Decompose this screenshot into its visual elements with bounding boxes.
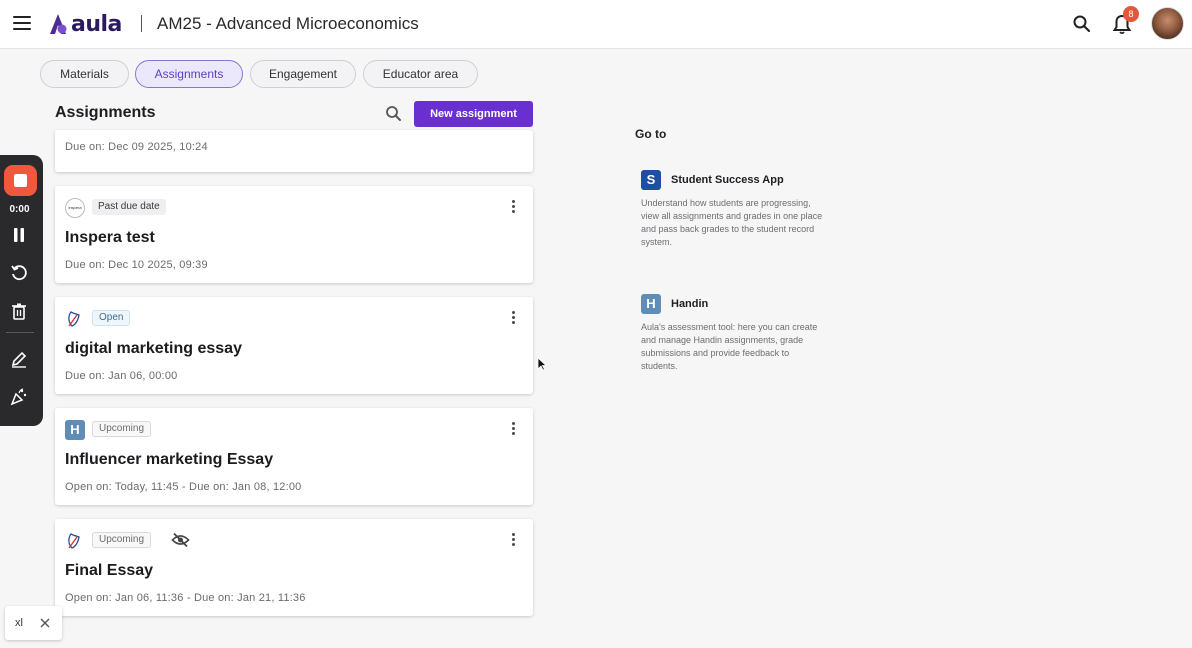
stop-recording-button[interactable] xyxy=(4,165,37,196)
assignment-title: Final Essay xyxy=(65,562,154,579)
search-icon[interactable] xyxy=(384,104,403,123)
assignment-card[interactable]: Due on: Dec 09 2025, 10:24 xyxy=(55,130,533,172)
menu-icon[interactable] xyxy=(13,16,31,30)
toolbar-divider xyxy=(6,332,34,333)
feather-icon xyxy=(68,533,80,549)
tab-educator-area[interactable]: Educator area xyxy=(363,60,478,88)
assignment-date: Due on: Jan 06, 00:00 xyxy=(65,370,178,382)
status-badge: Upcoming xyxy=(92,532,152,548)
status-badge: Upcoming xyxy=(92,421,152,437)
notification-badge: 8 xyxy=(1123,6,1139,22)
feather-icon xyxy=(68,311,80,327)
assignment-card[interactable]: Upcoming Final Essay Open on: Jan 06, 11… xyxy=(55,519,533,616)
avatar[interactable] xyxy=(1151,7,1184,40)
section-title: Assignments xyxy=(55,104,156,121)
status-badge: Open xyxy=(92,310,131,326)
inspera-icon: inspera xyxy=(65,198,85,218)
tab-engagement[interactable]: Engagement xyxy=(250,60,356,88)
trash-icon[interactable] xyxy=(10,302,28,320)
status-badge: Past due date xyxy=(92,199,166,215)
app-description: Understand how students are progressing,… xyxy=(641,198,823,247)
tab-assignments[interactable]: Assignments xyxy=(135,60,243,88)
chip-label: xl xyxy=(15,617,23,629)
mouse-cursor-icon xyxy=(537,357,547,371)
assignment-date: Open on: Today, 11:45 - Due on: Jan 08, … xyxy=(65,481,302,493)
assignment-card[interactable]: H Upcoming Influencer marketing Essay Op… xyxy=(55,408,533,505)
logo-text: aula xyxy=(71,11,122,37)
pause-icon[interactable] xyxy=(10,226,28,244)
assignment-date: Due on: Dec 10 2025, 09:39 xyxy=(65,259,208,271)
more-options-icon[interactable] xyxy=(509,533,517,549)
restart-icon[interactable] xyxy=(10,264,28,282)
assignment-title: Inspera test xyxy=(65,229,155,246)
app-description: Aula's assessment tool: here you can cre… xyxy=(641,322,818,371)
handin-app-link[interactable]: Handin xyxy=(671,298,708,310)
assignment-title: Influencer marketing Essay xyxy=(65,451,274,468)
assignment-date: Due on: Dec 09 2025, 10:24 xyxy=(65,141,208,153)
language-chip[interactable]: xl xyxy=(5,606,62,640)
title-divider xyxy=(141,15,142,32)
pen-icon[interactable] xyxy=(10,350,28,368)
top-bar: aula AM25 - Advanced Microeconomics 8 xyxy=(0,0,1192,49)
recording-timer: 0:00 xyxy=(9,204,30,215)
assignment-title: digital marketing essay xyxy=(65,340,242,357)
assignment-card[interactable]: Open digital marketing essay Due on: Jan… xyxy=(55,297,533,394)
close-icon[interactable] xyxy=(39,617,51,629)
eye-off-icon xyxy=(171,532,190,548)
recording-toolbar: 0:00 xyxy=(0,155,43,426)
more-options-icon[interactable] xyxy=(509,200,517,216)
handin-icon: H xyxy=(65,420,85,440)
aula-logo[interactable]: aula xyxy=(48,11,122,37)
more-options-icon[interactable] xyxy=(509,422,517,438)
assignment-card[interactable]: inspera Past due date Inspera test Due o… xyxy=(55,186,533,283)
handin-app-icon[interactable]: H xyxy=(641,294,661,314)
search-icon[interactable] xyxy=(1071,13,1093,35)
student-success-app-link[interactable]: Student Success App xyxy=(671,174,784,186)
new-assignment-button[interactable]: New assignment xyxy=(414,101,533,127)
student-success-app-icon[interactable]: S xyxy=(641,170,661,190)
goto-title: Go to xyxy=(635,127,667,141)
more-options-icon[interactable] xyxy=(509,311,517,327)
tab-materials[interactable]: Materials xyxy=(40,60,129,88)
confetti-icon[interactable] xyxy=(10,388,28,406)
course-title: AM25 - Advanced Microeconomics xyxy=(157,14,419,33)
assignment-date: Open on: Jan 06, 11:36 - Due on: Jan 21,… xyxy=(65,592,306,604)
aula-logo-mark xyxy=(50,14,67,34)
